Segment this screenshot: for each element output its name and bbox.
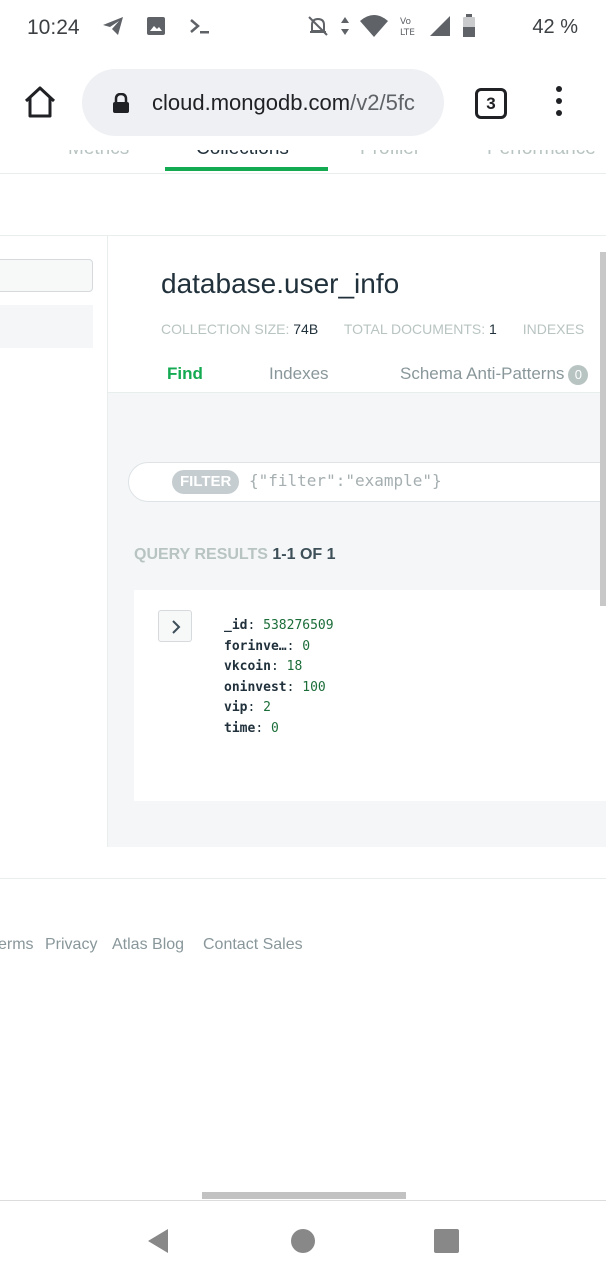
query-results-count: 1-1 OF 1 [272,546,336,563]
image-icon [146,16,166,41]
field-value: 0 [270,720,279,736]
document-field: forinve…: 0 [224,638,311,654]
document-field: vip: 2 [224,700,271,715]
footer-link-contact-sales[interactable]: Contact Sales [203,936,303,954]
divider [0,235,606,236]
document-field: vkcoin: 18 [224,659,303,674]
status-bar: 10:24 Vo LTE 42 % [0,0,606,56]
document-fields: _id: 538276509 forinve…: 0 vkcoin: 18 on… [224,616,334,739]
collection-stats: COLLECTION SIZE: 74B TOTAL DOCUMENTS: 1 … [161,321,584,337]
wifi-icon [360,15,388,42]
signal-icon [428,14,452,43]
field-value: 538276509 [263,618,334,633]
nav-item-prev[interactable]: > [0,150,3,160]
url-path: /v2/5fc [350,90,415,115]
status-time: 10:24 [27,16,80,39]
tab-indexes[interactable]: Indexes [269,364,329,384]
collection-title: database.user_info [161,268,400,299]
field-value: 18 [286,659,303,674]
lock-icon [112,92,130,118]
recent-apps-icon[interactable] [434,1229,459,1253]
field-key: _id [224,618,248,633]
query-results-label: QUERY RESULTS [134,546,268,563]
terminal-icon [188,16,212,41]
collection-size-value: 74B [293,321,319,337]
tab-schema-anti-patterns[interactable]: Schema Anti-Patterns 0 [400,364,589,385]
horizontal-scroll-indicator [202,1192,406,1199]
filter-pill: FILTER [172,470,240,494]
nav-item-performance[interactable]: Performance [487,150,596,160]
field-value: 0 [302,638,311,654]
field-value: 100 [302,679,326,695]
tab-switcher-button[interactable]: 3 [475,88,507,119]
footer-link-terms[interactable]: erms [0,936,34,954]
document-field: time: 0 [224,720,279,736]
expand-document-button[interactable] [158,610,192,642]
namespace-search-input[interactable] [0,259,93,292]
field-key: time [224,720,256,736]
nav-item-metrics[interactable]: Metrics [68,150,129,160]
document-card: _id: 538276509 forinve…: 0 vkcoin: 18 on… [134,590,606,801]
data-arrows-icon [340,15,350,42]
field-key: oninvest [224,679,287,695]
nav-item-profiler[interactable]: Profiler [360,150,420,160]
filter-input[interactable]: {"filter":"example"} [249,471,442,490]
footer-link-privacy[interactable]: Privacy [45,936,97,954]
sidebar-selected-item[interactable] [0,305,93,348]
more-menu-icon[interactable] [548,86,570,120]
tab-schema-anti-patterns-label: Schema Anti-Patterns [400,364,565,383]
home-icon[interactable] [22,84,58,120]
active-tab-indicator [165,167,328,171]
document-field: _id: 538276509 [224,618,334,633]
address-bar[interactable]: cloud.mongodb.com/v2/5fc [82,69,444,136]
footer-link-atlas-blog[interactable]: Atlas Blog [112,936,184,954]
nav-item-collections[interactable]: Collections [196,150,289,160]
footer-divider [0,878,606,879]
home-circle-icon[interactable] [291,1229,315,1253]
field-key: vip [224,700,248,715]
field-key: forinve… [224,638,287,654]
indexes-stat-label: INDEXES [522,321,585,337]
tab-find[interactable]: Find [167,364,203,384]
collection-size-label: COLLECTION SIZE: [161,321,290,337]
browser-toolbar: cloud.mongodb.com/v2/5fc 3 [0,56,606,150]
svg-text:Vo: Vo [400,17,411,27]
collection-tabs: Find Indexes Schema Anti-Patterns 0 [0,360,606,392]
field-key: vkcoin [224,659,271,674]
svg-text:LTE: LTE [400,28,415,37]
battery-percent: 42 % [532,16,578,38]
telegram-icon [102,16,124,41]
total-documents-value: 1 [489,321,497,337]
battery-icon [462,14,476,43]
volte-icon: Vo LTE [398,15,418,42]
filter-bar[interactable]: FILTER {"filter":"example"} [128,462,606,502]
footer-links: erms Privacy Atlas Blog Contact Sales [0,936,606,960]
system-nav-bar [0,1200,606,1280]
url-domain: cloud.mongodb.com [152,90,351,115]
back-icon[interactable] [146,1227,170,1260]
field-value: 2 [263,700,271,715]
mute-bell-icon [306,14,330,43]
query-results-header: QUERY RESULTS 1-1 OF 1 [134,546,336,564]
url-text: cloud.mongodb.com/v2/5fc [152,90,415,116]
scrollbar[interactable] [600,252,606,606]
chevron-right-icon [172,620,181,634]
anti-patterns-count-badge: 0 [568,364,589,385]
document-field: oninvest: 100 [224,679,326,695]
total-documents-label: TOTAL DOCUMENTS: [343,321,486,337]
